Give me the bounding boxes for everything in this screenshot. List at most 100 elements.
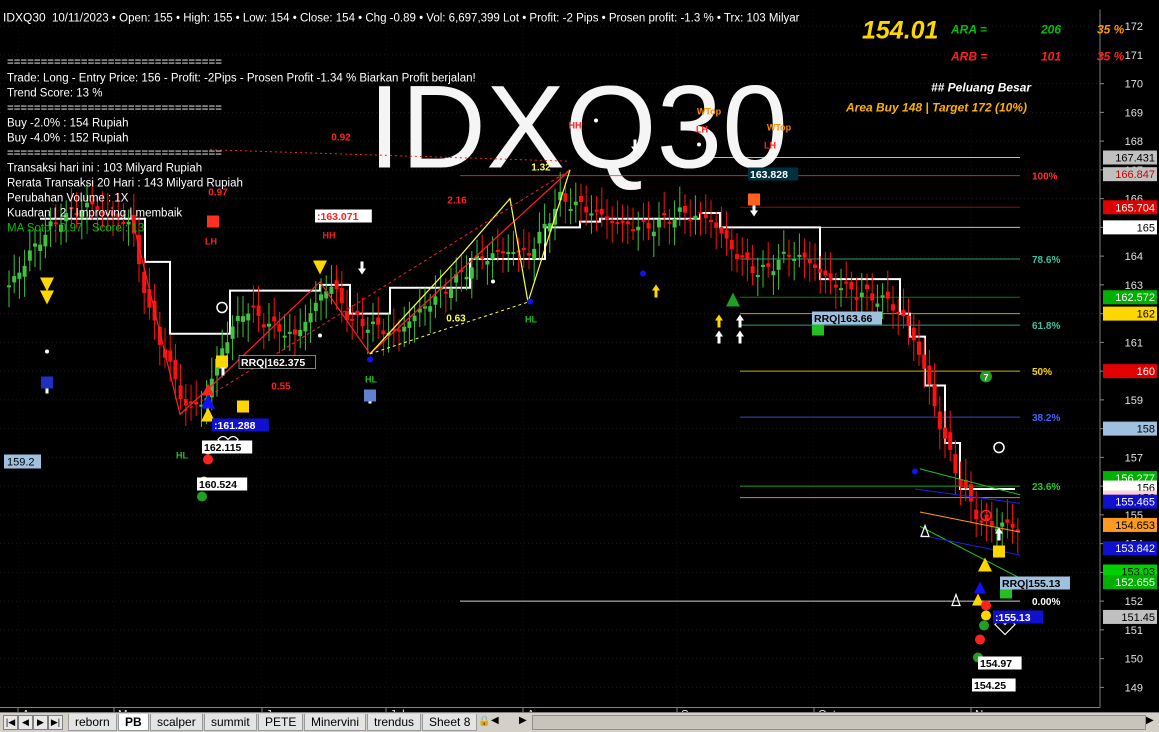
last-sheet-button[interactable]: ▶| (48, 715, 63, 730)
candle-body (397, 329, 401, 332)
signal-box-icon (993, 545, 1005, 558)
signal-dot-icon (640, 270, 646, 277)
candle-body (423, 306, 427, 309)
signal-dot-icon (45, 349, 49, 354)
scroll-right-icon[interactable]: ▶ (519, 715, 527, 726)
candle-body (402, 326, 407, 332)
sheet-tab[interactable]: trendus (367, 714, 422, 731)
candle-body (854, 297, 859, 300)
candle-body (943, 427, 947, 439)
y-tick-label: 168 (1125, 136, 1143, 148)
candle-body (537, 231, 542, 244)
signal-dot-icon (912, 468, 918, 475)
price-tag-text: 165 (1137, 222, 1155, 234)
info-line: ================================ (7, 103, 222, 115)
candle-body (407, 321, 412, 328)
arb-value: 101 (1041, 50, 1061, 64)
candle-body (849, 282, 854, 290)
info-line: Perubahan Volume : 1X (7, 193, 129, 205)
candle-body (781, 251, 786, 254)
candle-body (168, 350, 173, 362)
fib-label: 78.6% (1032, 255, 1060, 266)
info-line: Buy -2.0% : 154 Rupiah (7, 118, 128, 130)
y-tick-label: 169 (1125, 107, 1143, 119)
signal-dot-icon (197, 491, 207, 502)
candle-body (7, 285, 11, 288)
candle-body (527, 253, 531, 256)
candle-body (969, 484, 973, 502)
y-tick-label: 164 (1125, 251, 1143, 263)
sheet-tab[interactable]: scalper (150, 714, 203, 731)
next-sheet-button[interactable]: ▶ (33, 715, 48, 730)
candle-body (714, 222, 719, 228)
last-price: 154.01 (862, 17, 938, 45)
candle-body (833, 284, 838, 288)
candle-body (589, 213, 594, 216)
price-tag-text: 151.45 (1121, 612, 1155, 624)
price-label-text: RRQ|163.66 (814, 313, 873, 325)
candle-body (745, 252, 750, 261)
sheet-tab[interactable]: reborn (68, 714, 117, 731)
candle-body (511, 252, 516, 255)
sheet-tab[interactable]: Minervini (304, 714, 367, 731)
candle-body (688, 218, 693, 221)
price-label-text: 154.97 (980, 658, 1012, 670)
candle-body (480, 256, 485, 259)
candle-body (594, 209, 599, 212)
price-chart[interactable]: IDXQ30 100%78.6%61.8%50%38.2%23.6%0.00% … (0, 0, 1159, 731)
candle-body (625, 221, 630, 225)
hl-label: HL (176, 451, 188, 461)
sheet-tab[interactable]: PETE (258, 714, 304, 731)
candle-body (813, 264, 817, 269)
candle-body (563, 193, 568, 202)
candle-body (183, 399, 188, 406)
signal-dot-icon (527, 298, 533, 305)
candle-body (298, 329, 303, 337)
y-tick-label: 172 (1125, 21, 1143, 33)
sheet-tab[interactable]: Sheet 8 (422, 714, 478, 731)
candle-body (1005, 519, 1010, 523)
sheet-tab[interactable]: PB (118, 714, 149, 731)
first-sheet-button[interactable]: |◀ (3, 715, 18, 730)
arb-label: ARB = (950, 50, 987, 64)
peluang-text: ## Peluang Besar (931, 81, 1032, 95)
candle-body (272, 316, 277, 322)
candle-body (662, 212, 667, 216)
candle-body (927, 365, 932, 385)
candle-body (313, 302, 318, 312)
lock-icon[interactable]: 🔒 (478, 716, 490, 727)
candle-body (542, 223, 547, 229)
candle-body (490, 253, 495, 260)
signal-box-icon (237, 400, 249, 413)
signal-dot-icon (318, 333, 322, 338)
annotation-text: 0.92 (331, 133, 351, 144)
info-line: Rerata Transaksi 20 Hari : 143 Milyard R… (7, 178, 243, 190)
candle-body (521, 247, 526, 251)
candle-body (33, 243, 37, 247)
prev-sheet-button[interactable]: ◀ (18, 715, 33, 730)
ara-label: ARA = (950, 23, 987, 37)
candle-body (1000, 522, 1005, 527)
candle-body (859, 292, 864, 297)
candle-body (839, 288, 843, 291)
candle-body (917, 341, 921, 355)
y-tick-label: 161 (1125, 337, 1143, 349)
candle-body (828, 273, 833, 281)
symbol-title: IDXQ30 (3, 11, 46, 25)
wtop-label: WTop (697, 107, 722, 117)
price-tag-text: 162 (1137, 309, 1155, 321)
scroll-end-icon[interactable]: ▶ (1146, 715, 1154, 726)
price-label-text: 154.25 (974, 680, 1006, 692)
candle-body (922, 354, 927, 369)
horizontal-scrollbar[interactable] (532, 715, 1146, 730)
candle-body (319, 294, 323, 301)
signal-box-icon (748, 193, 760, 206)
candle-body (631, 229, 635, 232)
scroll-left-icon[interactable]: ◀ (491, 715, 499, 726)
hl-label: HL (365, 375, 377, 385)
candle-body (870, 293, 875, 301)
sheet-tab[interactable]: summit (204, 714, 257, 731)
candle-body (568, 209, 573, 212)
candle-body (27, 250, 32, 261)
candle-body (766, 263, 771, 267)
